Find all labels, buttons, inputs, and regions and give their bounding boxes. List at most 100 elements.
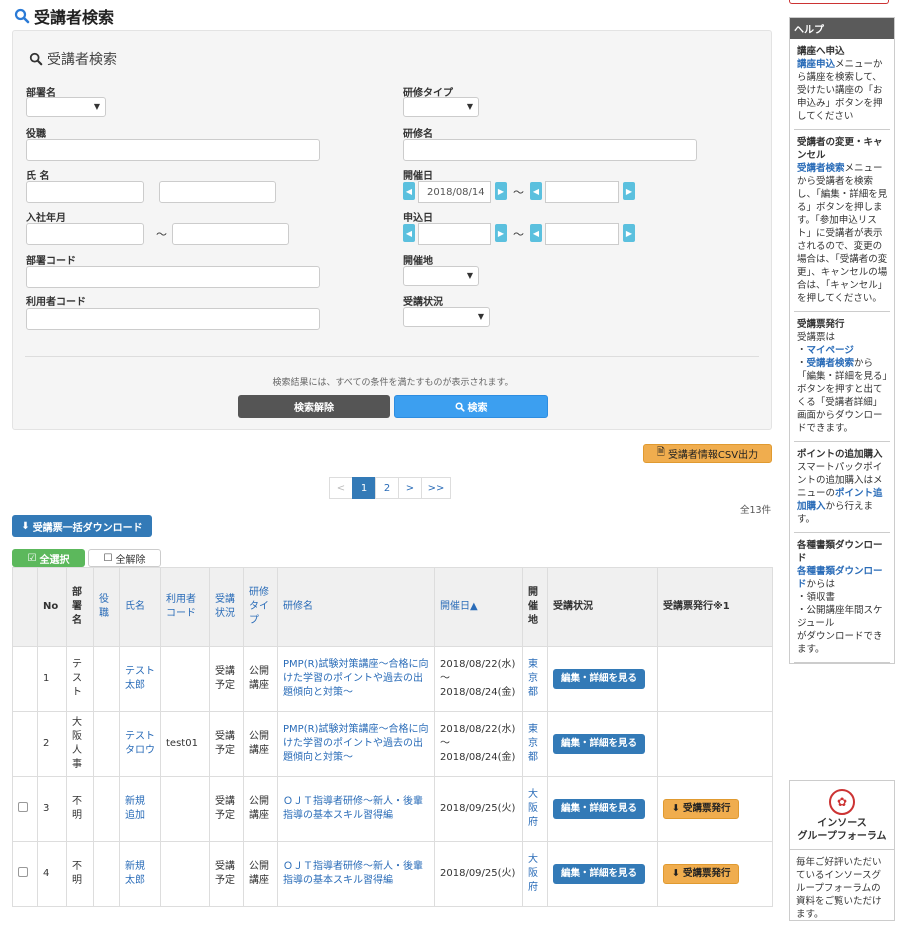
search-button[interactable]: 検索 <box>394 395 548 418</box>
header-status2: 受講状況 <box>547 567 658 647</box>
edit-detail-button[interactable]: 編集・詳細を見る <box>553 864 646 884</box>
edit-detail-button[interactable]: 編集・詳細を見る <box>553 669 646 689</box>
last-name-input[interactable] <box>26 181 144 203</box>
help-section-docs: 各種書類ダウンロード 各種書類ダウンロードからは ・領収書 ・公開講座年間スケジ… <box>794 533 890 663</box>
forum-box[interactable]: ✿ インソース グループフォーラム 毎年ご好評いただいているインソースグループフ… <box>789 780 895 921</box>
row-location-link[interactable]: 大阪府 <box>522 841 548 907</box>
help-list-item: ・領収書 <box>797 592 836 603</box>
apply-date-to-next-button[interactable]: ▶ <box>623 224 635 242</box>
top-red-bar <box>789 0 889 4</box>
deselect-all-button[interactable]: ☐ 全解除 <box>88 549 161 567</box>
apply-date-from-prev-button[interactable]: ◀ <box>403 224 415 242</box>
header-position[interactable]: 役職 <box>93 567 120 647</box>
apply-date-from-next-button[interactable]: ▶ <box>495 224 507 242</box>
join-date-to-input[interactable] <box>172 223 289 245</box>
pagination-next[interactable]: > <box>398 477 422 499</box>
help-section-apply: 講座へ申込 講座申込メニューから講座を検索して、受けたい講座の「お申込み」ボタン… <box>794 39 890 130</box>
status-select[interactable] <box>403 307 490 327</box>
department-code-input[interactable] <box>26 266 320 288</box>
help-head: ヘルプ <box>790 18 894 39</box>
select-all-button[interactable]: ☑ 全選択 <box>12 549 85 567</box>
select-all-label: 全選択 <box>39 554 70 566</box>
held-date-to-input[interactable] <box>545 181 619 203</box>
attendee-search-link-2[interactable]: 受講者検索 <box>807 358 855 369</box>
header-user-code[interactable]: 利用者コード <box>160 567 210 647</box>
row-name-link[interactable]: テスト 太郎 <box>119 646 161 712</box>
table-row: 2 大阪人事 テスト タロウ test01 受講予定 公開講座 PMP(R)試験… <box>12 711 773 777</box>
row-status: 受講予定 <box>209 711 244 777</box>
row-name-link[interactable]: 新規 太郎 <box>119 841 161 907</box>
header-held-date[interactable]: 開催日▲ <box>434 567 523 647</box>
header-name[interactable]: 氏名 <box>119 567 161 647</box>
row-training-link[interactable]: PMP(R)試験対策講座～合格に向けた学習のポイントや過去の出題傾向と対策～ <box>277 711 435 777</box>
csv-export-button[interactable]: 🗎 受講者情報CSV出力 <box>643 444 772 463</box>
header-training-name[interactable]: 研修名 <box>277 567 435 647</box>
row-location-link[interactable]: 東京都 <box>522 711 548 777</box>
pagination-prev[interactable]: < <box>329 477 353 499</box>
row-user-code: test01 <box>160 711 210 777</box>
row-training-link[interactable]: ＯＪＴ指導者研修～新人・後輩指導の基本スキル習得編 <box>277 776 435 842</box>
help-list-item: ・公開講座年間スケジュール <box>797 605 883 629</box>
tilde: ～ <box>513 186 524 199</box>
location-select[interactable] <box>403 266 479 286</box>
header-training-type[interactable]: 研修タイプ <box>243 567 278 647</box>
issue-ticket-label: 受講票発行 <box>682 803 731 814</box>
row-position <box>93 776 120 842</box>
apply-date-to-prev-button[interactable]: ◀ <box>530 224 542 242</box>
row-name-link[interactable]: テスト タロウ <box>119 711 161 777</box>
search-panel: 受講者検索 部署名 役職 氏 名 入社年月 ～ 部署コード 利用者コード 研修タ… <box>12 30 772 430</box>
training-type-select[interactable] <box>403 97 479 117</box>
help-section-title: 講座へ申込 <box>797 46 845 57</box>
apply-date-label: 申込日 <box>403 213 433 224</box>
training-name-input[interactable] <box>403 139 697 161</box>
row-checkbox[interactable] <box>18 801 28 812</box>
first-name-input[interactable] <box>159 181 276 203</box>
row-edit-cell: 編集・詳細を見る <box>547 711 658 777</box>
row-name-link[interactable]: 新規 追加 <box>119 776 161 842</box>
header-status[interactable]: 受講状況 <box>209 567 244 647</box>
course-apply-link[interactable]: 講座申込 <box>797 59 835 70</box>
forum-logo-icon: ✿ <box>829 789 855 815</box>
table-row: 4 不明 新規 太郎 受講予定 公開講座 ＯＪＴ指導者研修～新人・後輩指導の基本… <box>12 841 773 907</box>
edit-detail-button[interactable]: 編集・詳細を見る <box>553 734 646 754</box>
held-date-to-prev-button[interactable]: ◀ <box>530 182 542 200</box>
help-section-points: ポイントの追加購入 スマートパックポイントの追加購入はメニューのポイント追加購入… <box>794 442 890 533</box>
row-training-link[interactable]: ＯＪＴ指導者研修～新人・後輩指導の基本スキル習得編 <box>277 841 435 907</box>
help-text: がダウンロードできます。 <box>797 631 883 655</box>
search-icon <box>29 52 43 66</box>
help-text: メニューから受講者を検索し、「編集・詳細を見る」ボタンを押します。「参加申込リス… <box>797 163 888 304</box>
held-date-from-next-button[interactable]: ▶ <box>495 182 507 200</box>
row-checkbox-cell <box>12 711 38 777</box>
row-held-date: 2018/08/22(水)～2018/08/24(金) <box>434 711 523 777</box>
pagination-page-1[interactable]: 1 <box>352 477 376 499</box>
issue-ticket-button[interactable]: ⬇ 受講票発行 <box>663 864 740 884</box>
held-date-from-input[interactable]: 2018/08/14 <box>418 181 491 203</box>
row-training-link[interactable]: PMP(R)試験対策講座～合格に向けた学習のポイントや過去の出題傾向と対策～ <box>277 646 435 712</box>
pagination-page-2[interactable]: 2 <box>375 477 399 499</box>
bulk-download-label: 受講票一括ダウンロード <box>32 522 143 534</box>
table-header-row: No 部署名 役職 氏名 利用者コード 受講状況 研修タイプ 研修名 開催日▲ … <box>12 567 773 647</box>
row-location-link[interactable]: 大阪府 <box>522 776 548 842</box>
apply-date-from-input[interactable] <box>418 223 491 245</box>
download-icon: ⬇ <box>672 803 680 814</box>
download-icon: ⬇ <box>672 868 680 879</box>
row-location-link[interactable]: 東京都 <box>522 646 548 712</box>
pagination-last[interactable]: >> <box>421 477 451 499</box>
user-code-label: 利用者コード <box>26 297 86 308</box>
issue-ticket-button[interactable]: ⬇ 受講票発行 <box>663 799 740 819</box>
held-date-from-prev-button[interactable]: ◀ <box>403 182 415 200</box>
user-code-input[interactable] <box>26 308 320 330</box>
department-select[interactable] <box>26 97 106 117</box>
join-date-from-input[interactable] <box>26 223 144 245</box>
mypage-link[interactable]: マイページ <box>807 345 854 356</box>
edit-detail-button[interactable]: 編集・詳細を見る <box>553 799 646 819</box>
bulk-download-button[interactable]: ⬇ 受講票一括ダウンロード <box>12 515 152 537</box>
tilde: ～ <box>156 228 167 241</box>
apply-date-to-input[interactable] <box>545 223 619 245</box>
forum-description: 毎年ご好評いただいているインソースグループフォーラムの資料をご覧いただけます。 <box>790 849 894 927</box>
position-input[interactable] <box>26 139 320 161</box>
row-checkbox[interactable] <box>18 866 28 877</box>
attendee-search-link[interactable]: 受講者検索 <box>797 163 845 174</box>
clear-search-button[interactable]: 検索解除 <box>238 395 390 418</box>
held-date-to-next-button[interactable]: ▶ <box>623 182 635 200</box>
